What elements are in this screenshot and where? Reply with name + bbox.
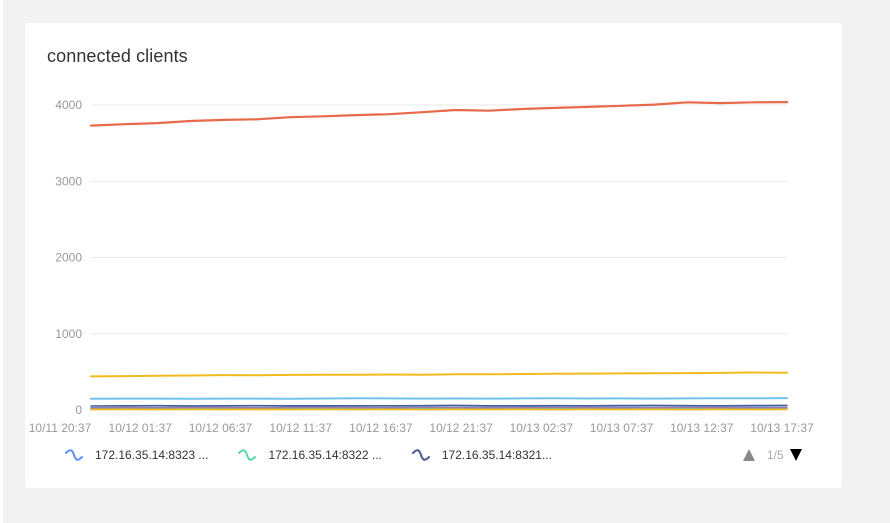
series-line-1	[89, 100, 789, 127]
legend-label: 172.16.35.14:8321...	[441, 448, 552, 462]
x-tick-label: 10/13 07:37	[590, 421, 654, 433]
x-tick-label: 10/12 01:37	[109, 421, 173, 433]
y-tick-label: 3000	[55, 174, 82, 188]
y-tick-label: 0	[75, 403, 82, 417]
legend-line-icon	[238, 449, 257, 461]
legend-item[interactable]: 172.16.35.14:8321...	[410, 448, 552, 462]
legend-label: 172.16.35.14:8323 ...	[95, 448, 209, 462]
x-tick-label: 10/12 11:37	[269, 421, 332, 433]
legend-item[interactable]: 172.16.35.14:8322 ...	[236, 448, 382, 462]
legend-page-down-icon[interactable]	[789, 449, 802, 461]
page-edge	[0, 0, 3, 523]
chart-card: connected clients 0 1000 2000 3000 4000 10/11…	[25, 23, 842, 488]
x-tick-label: 10/12 16:37	[349, 421, 413, 433]
x-tick-label: 10/12 21:37	[429, 421, 493, 433]
chart-legend: 172.16.35.14:8323 ... 172.16.35.14:8322 .…	[63, 445, 580, 465]
x-tick-label: 10/13 17:37	[750, 421, 814, 433]
x-tick-label: 10/12 06:37	[189, 421, 253, 433]
legend-page-up-icon[interactable]	[743, 449, 755, 461]
chart-plot: 0 1000 2000 3000 4000 10/11 20:37 10/12 01:37 1…	[29, 98, 814, 433]
x-tick-label: 10/11 20:37	[29, 421, 92, 433]
y-tick-label: 1000	[55, 327, 82, 341]
x-tick-label: 10/13 12:37	[670, 421, 734, 433]
series-line-4	[90, 404, 788, 407]
legend-item[interactable]: 172.16.35.14:8323 ...	[63, 448, 208, 462]
legend-pager: 1/5	[743, 445, 802, 465]
legend-line-icon	[411, 449, 430, 461]
legend-label: 172.16.35.14:8322 ...	[268, 448, 382, 462]
legend-page-indicator: 1/5	[767, 448, 784, 462]
series-line-2	[90, 371, 788, 378]
y-tick-label: 2000	[55, 251, 82, 265]
x-tick-label: 10/13 02:37	[510, 421, 574, 433]
y-tick-label: 4000	[55, 98, 82, 112]
legend-line-icon	[65, 449, 83, 461]
series-line-3	[90, 397, 788, 400]
